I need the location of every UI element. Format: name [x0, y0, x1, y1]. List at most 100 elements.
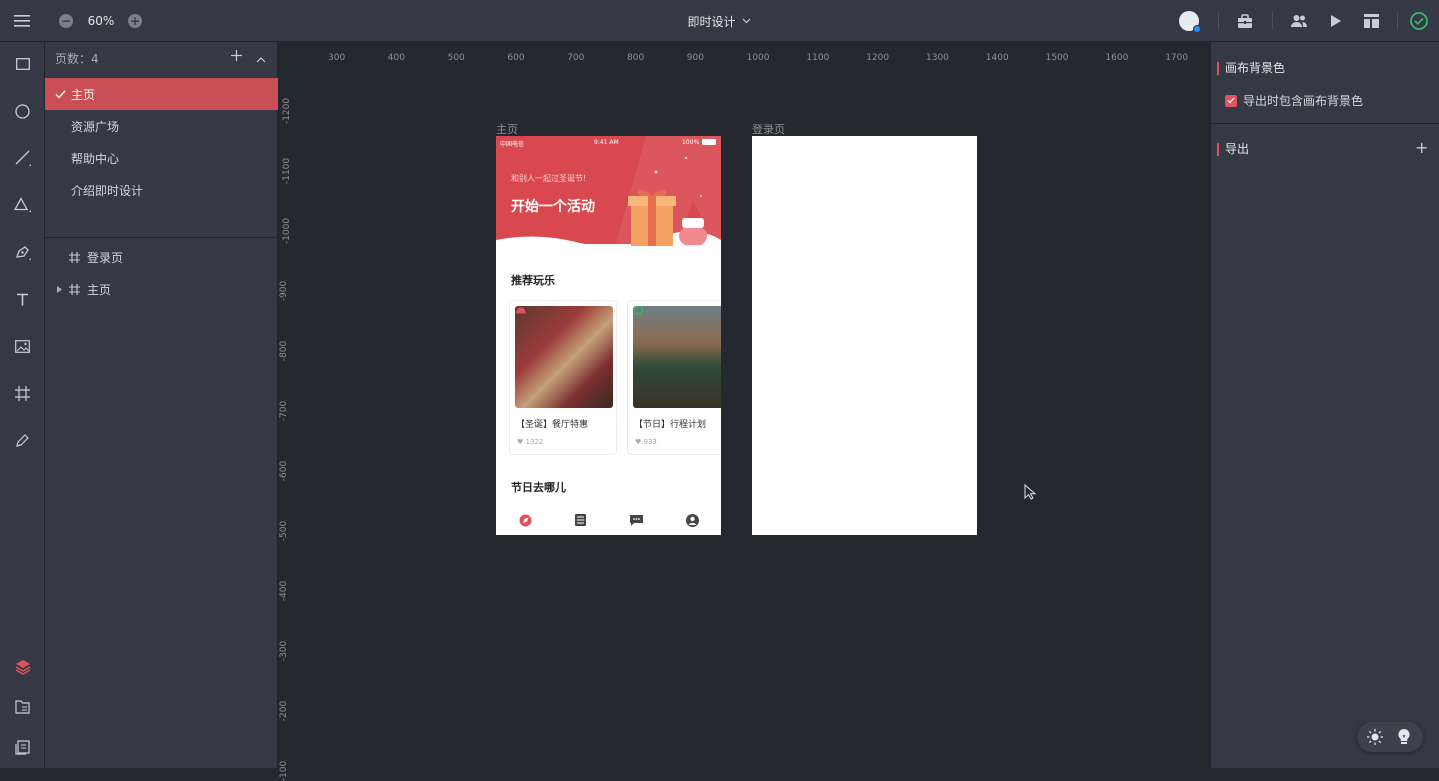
compass-icon: [519, 514, 531, 526]
triangle-icon: [13, 197, 31, 212]
canvas-bg-title: 画布背景色: [1217, 62, 1285, 75]
page-item-resource-square[interactable]: 资源广场: [45, 110, 278, 142]
rectangle-tool[interactable]: [0, 46, 45, 82]
polygon-tool[interactable]: [0, 187, 45, 223]
theme-button[interactable]: [1367, 729, 1383, 749]
ruler-tick-label: -900: [279, 280, 290, 302]
toolkit-button[interactable]: [1234, 0, 1256, 42]
tab-profile[interactable]: [684, 512, 700, 528]
zoom-out-button[interactable]: −: [59, 0, 73, 42]
heart-icon: ♥: [517, 438, 526, 446]
frame-tool[interactable]: [0, 375, 45, 411]
layout-icon: [1363, 14, 1379, 28]
ruler-tick-label: 700: [567, 53, 585, 63]
page-item-label: 介绍即时设计: [71, 183, 144, 198]
notes-tab[interactable]: [0, 729, 45, 765]
ellipse-tool[interactable]: [0, 93, 45, 129]
divider: [1218, 12, 1219, 30]
divider: [1272, 12, 1273, 30]
check-icon: [1227, 97, 1235, 104]
tab-messages[interactable]: [628, 512, 644, 528]
card-itinerary[interactable]: 【节日】行程计划 ♥ 933: [627, 300, 721, 455]
card-title: 【节日】行程计划: [634, 420, 707, 430]
banner-subtitle: 和别人一起过圣诞节!: [511, 174, 587, 183]
user-avatar[interactable]: [1177, 0, 1201, 42]
tool-strip: [0, 42, 45, 768]
page-item-intro[interactable]: 介绍即时设计: [45, 174, 278, 206]
horizontal-ruler[interactable]: 300 400 500 600 700 800 900 1000 1100 1200 1300 140…: [278, 42, 1210, 72]
assets-tab[interactable]: [0, 689, 45, 725]
frame-icon: [69, 251, 80, 263]
team-button[interactable]: [1288, 0, 1310, 42]
page-item-label: 帮助中心: [71, 151, 120, 166]
chevron-down-icon: [742, 18, 750, 24]
caret-right-icon[interactable]: [57, 285, 62, 293]
tab-discover[interactable]: [517, 512, 533, 528]
layout-button[interactable]: [1360, 0, 1382, 42]
project-title: 即时设计: [687, 14, 736, 29]
collapse-pages-button[interactable]: [256, 52, 266, 66]
check-circle-icon: [1410, 12, 1428, 30]
line-icon: [15, 150, 31, 166]
pencil-tool[interactable]: [0, 422, 45, 458]
rectangle-icon: [15, 58, 30, 70]
page-item-home[interactable]: 主页: [45, 78, 278, 110]
ruler-tick-label: -1100: [282, 157, 293, 185]
ruler-tick-label: 600: [507, 53, 525, 63]
tab-list[interactable]: [572, 512, 588, 528]
ruler-tick-label: 1100: [806, 53, 830, 63]
page-item-help-center[interactable]: 帮助中心: [45, 142, 278, 174]
artboard-label-login[interactable]: 登录页: [752, 121, 785, 137]
ruler-tick-label: 1200: [866, 53, 890, 63]
frame-icon: [69, 283, 80, 295]
ruler-tick-label: 1700: [1165, 53, 1189, 63]
ellipse-icon: [15, 103, 30, 119]
layers-tab[interactable]: [0, 649, 45, 685]
card-restaurant[interactable]: 【圣诞】餐厅特惠 ♥ 1322: [509, 300, 617, 455]
pen-tool[interactable]: [0, 234, 45, 270]
add-export-button[interactable]: +: [1415, 140, 1428, 156]
zoom-in-icon: +: [128, 14, 142, 28]
frame-icon: [15, 385, 30, 401]
toolbox-icon: [1238, 13, 1252, 28]
artboard-label-home[interactable]: 主页: [496, 121, 518, 137]
properties-panel: 画布背景色 导出时包含画布背景色 导出 +: [1210, 42, 1439, 768]
add-page-button[interactable]: [231, 50, 242, 64]
pages-layers-panel: 页数：4 主页 资源广场 帮助中心 介绍即时设计 登录页 主页: [45, 42, 278, 768]
heart-icon: ♥: [635, 438, 644, 446]
zoom-level[interactable]: 60%: [82, 0, 120, 42]
saved-status[interactable]: [1408, 0, 1430, 42]
page-item-label: 资源广场: [71, 119, 120, 134]
artboard-login[interactable]: [752, 136, 977, 535]
text-tool[interactable]: [0, 281, 45, 317]
section-title-holiday: 节日去哪儿: [511, 481, 566, 494]
preview-button[interactable]: [1325, 0, 1347, 42]
layer-item-label: 登录页: [87, 250, 124, 265]
list-icon: [574, 514, 586, 526]
line-tool[interactable]: [0, 140, 45, 176]
artboard-home[interactable]: 中国电信 9:41 AM 100% 和别人一起过圣诞节! 开始一个活动 推荐玩乐…: [496, 136, 721, 535]
christmas-tree-image: [633, 306, 721, 408]
layer-item-login[interactable]: 登录页: [45, 241, 278, 273]
menu-icon[interactable]: [10, 0, 34, 42]
user-icon: [685, 513, 699, 527]
zoom-in-button[interactable]: +: [128, 0, 142, 42]
pages-header: 页数：4: [45, 42, 278, 74]
tips-button[interactable]: [1398, 729, 1410, 749]
food-image: [515, 306, 613, 408]
export-bg-option[interactable]: 导出时包含画布背景色: [1225, 92, 1363, 109]
export-bg-checkbox[interactable]: [1225, 94, 1237, 107]
ruler-tick-label: -400: [279, 580, 290, 602]
project-title-dropdown[interactable]: 即时设计: [674, 0, 764, 42]
vertical-ruler[interactable]: -1200 -1100 -1000 -900 -800 -700 -600 -500 -400 -…: [278, 72, 308, 781]
ruler-tick-label: -500: [279, 520, 290, 542]
layers-icon: [15, 660, 30, 675]
gift-box-illustration: [628, 189, 709, 251]
ruler-tick-label: -600: [279, 460, 290, 482]
pencil-icon: [16, 433, 29, 447]
train-tag-icon: [634, 306, 643, 316]
image-tool[interactable]: [0, 328, 45, 364]
layer-item-home[interactable]: 主页: [45, 273, 278, 305]
food-tag-icon: [516, 307, 526, 314]
top-toolbar: − 60% + 即时设计: [0, 0, 1439, 42]
